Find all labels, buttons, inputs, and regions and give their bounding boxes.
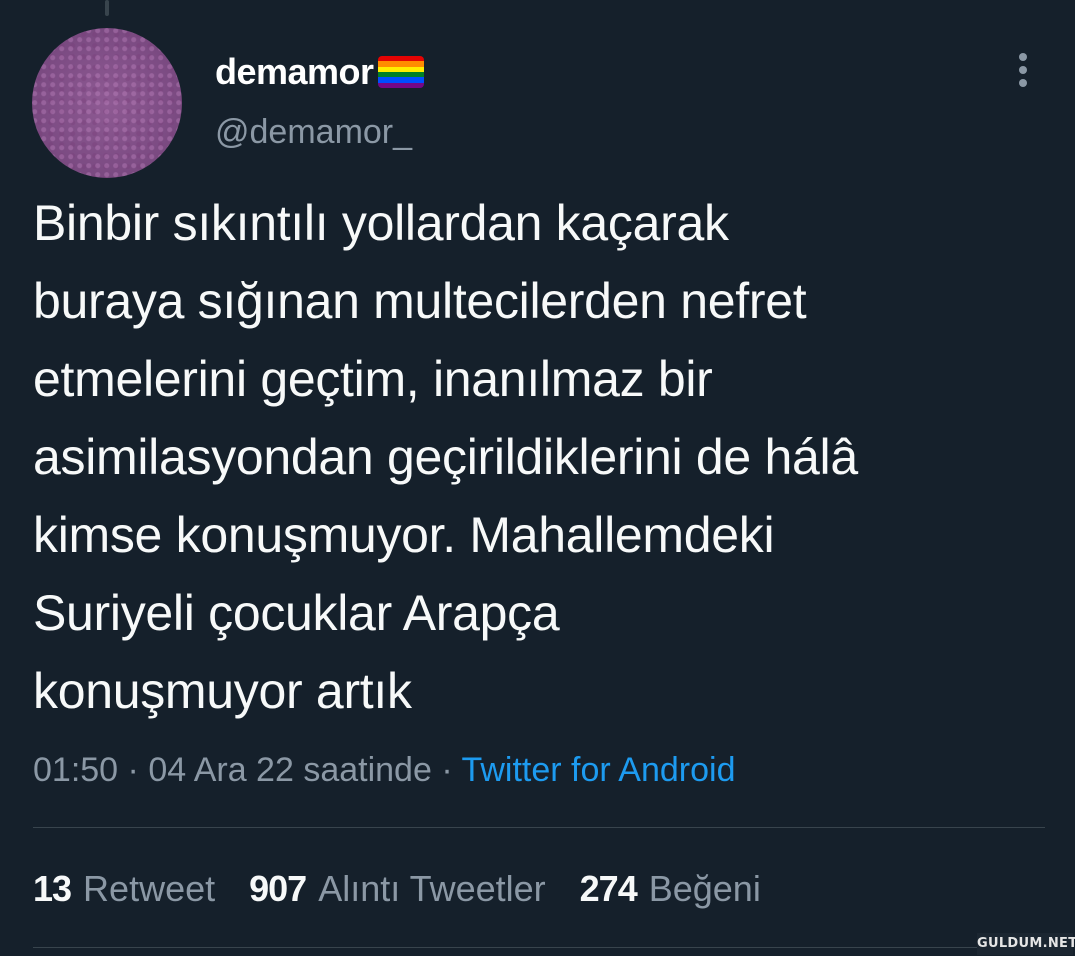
- stat-count: 13: [33, 868, 72, 909]
- tweet-text: Binbir sıkıntılı yollardan kaçarak buray…: [33, 195, 858, 719]
- tweet-meta: 01:50 · 04 Ara 22 saatinde · Twitter for…: [33, 748, 736, 792]
- display-name[interactable]: demamor: [215, 52, 374, 92]
- stat-label: Alıntı Tweetler: [318, 868, 546, 909]
- stat-label: Beğeni: [648, 868, 761, 909]
- flag-stripe: [377, 82, 424, 88]
- tweet-source-link[interactable]: Twitter for Android: [461, 751, 735, 789]
- meta-separator: ·: [118, 751, 149, 789]
- stat-label: Retweet: [83, 868, 216, 909]
- dot: [1019, 66, 1027, 74]
- rainbow-flag-icon: [377, 56, 424, 88]
- dot: [1019, 79, 1027, 87]
- dot: [1019, 53, 1027, 61]
- meta-separator: ·: [431, 751, 462, 789]
- tweet-stats: 13 Retweet 907 Alıntı Tweetler 274 Beğen…: [33, 866, 795, 912]
- watermark: GULDUM.NET: [977, 933, 1075, 955]
- more-options-icon[interactable]: [1008, 50, 1038, 90]
- thread-connector-line: [105, 0, 109, 16]
- stat-count: 907: [249, 868, 307, 909]
- retweet-count-link[interactable]: 13 Retweet: [33, 866, 215, 912]
- tweet-time[interactable]: 01:50: [33, 751, 118, 789]
- author-name-row[interactable]: demamor: [215, 52, 424, 92]
- likes-count-link[interactable]: 274 Beğeni: [580, 866, 761, 912]
- divider: [33, 947, 1045, 948]
- user-handle[interactable]: @demamor_: [215, 112, 412, 152]
- stat-count: 274: [579, 868, 638, 909]
- quote-tweets-count-link[interactable]: 907 Alıntı Tweetler: [249, 866, 546, 912]
- tweet-date[interactable]: 04 Ara 22 saatinde: [148, 751, 432, 789]
- divider: [33, 827, 1045, 828]
- avatar[interactable]: [32, 28, 182, 178]
